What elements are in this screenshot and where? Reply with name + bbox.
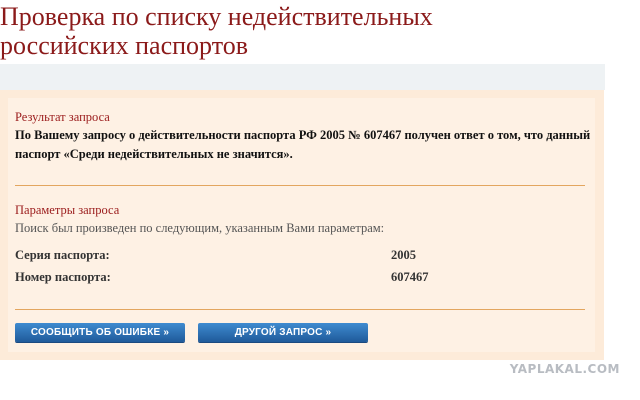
param-label-series: Серия паспорта: [15, 248, 110, 262]
report-error-button[interactable]: СООБЩИТЬ ОБ ОШИБКЕ » [15, 323, 185, 342]
page-title-line-2: российских паспортов [0, 31, 249, 60]
params-heading: Параметры запроса [15, 203, 120, 217]
param-value-series: 2005 [391, 248, 416, 262]
header-strip [0, 64, 605, 90]
divider-bottom [15, 309, 585, 310]
result-heading: Результат запроса [15, 110, 110, 124]
param-row-series: Серия паспорта: 2005 [15, 248, 575, 266]
param-row-number: Номер паспорта: 607467 [15, 270, 575, 288]
page-title-line-1: Проверка по списку недействительных [0, 2, 433, 31]
watermark-logo: YAPLAKAL.COM [509, 362, 620, 376]
new-query-button[interactable]: ДРУГОЙ ЗАПРОС » [198, 323, 368, 342]
page-title: Проверка по списку недействительных росс… [0, 2, 600, 60]
page: Проверка по списку недействительных росс… [0, 0, 640, 400]
param-label-number: Номер паспорта: [15, 270, 111, 284]
params-intro: Поиск был произведен по следующим, указа… [15, 221, 385, 235]
divider-top [15, 185, 585, 186]
param-value-number: 607467 [391, 270, 429, 284]
result-message: По Вашему запросу о действительности пас… [15, 128, 591, 161]
